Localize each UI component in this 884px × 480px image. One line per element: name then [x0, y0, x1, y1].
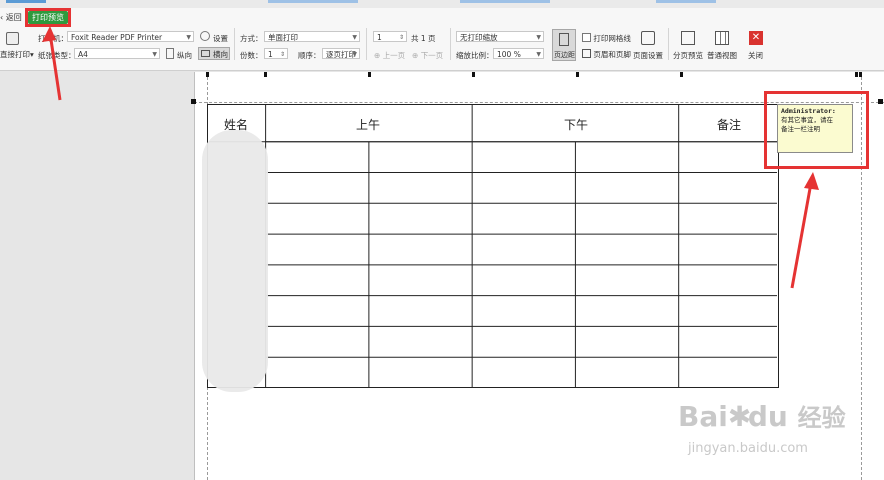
- watermark-brand2: du: [747, 400, 788, 433]
- chevron-down-icon: ▼: [186, 34, 191, 41]
- chevron-down-icon: ▼: [352, 34, 357, 41]
- redacted-names: [202, 130, 268, 392]
- next-page-label: 下一页: [420, 51, 444, 60]
- page-break-preview-button[interactable]: 分页预览: [673, 50, 703, 61]
- margins-button[interactable]: 页边距: [552, 29, 576, 61]
- margin-handle[interactable]: [859, 72, 862, 77]
- close-button[interactable]: 关闭: [748, 50, 763, 61]
- scale-value: 100 %: [497, 50, 521, 59]
- stepper-arrows-icon: ⇕: [398, 34, 404, 41]
- close-icon[interactable]: ✕: [749, 31, 763, 45]
- scale-input[interactable]: 100 % ▼: [493, 48, 544, 59]
- scale-label: 缩放比例：: [456, 51, 494, 60]
- landscape-button[interactable]: 横向: [198, 47, 230, 60]
- printer-label: 打印机：: [38, 34, 68, 43]
- prev-page-button[interactable]: ⊕ 上一页: [374, 50, 405, 61]
- printer-select[interactable]: Foxit Reader PDF Printer ▼: [67, 31, 194, 42]
- margin-handle[interactable]: [206, 72, 209, 77]
- header-afternoon: 下午: [563, 118, 588, 132]
- back-label: 返回: [5, 13, 22, 22]
- back-button[interactable]: ‹ 返回: [0, 12, 22, 23]
- margin-handle[interactable]: [264, 72, 267, 77]
- attendance-table: [207, 104, 779, 388]
- watermark-brand: Bai: [678, 400, 728, 433]
- portrait-icon[interactable]: [166, 48, 174, 59]
- scale-mode-value: 无打印缩放: [460, 33, 498, 42]
- page-setup-icon[interactable]: [641, 31, 655, 45]
- margin-handle[interactable]: [878, 99, 883, 104]
- margin-handle[interactable]: [855, 72, 858, 77]
- margin-handle[interactable]: [191, 99, 196, 104]
- divider: [366, 28, 367, 60]
- margin-handle[interactable]: [680, 72, 683, 77]
- margin-handle[interactable]: [576, 72, 579, 77]
- copies-stepper[interactable]: 1 ⇕: [264, 48, 288, 59]
- chevron-down-icon: ▼: [536, 51, 541, 58]
- paper-type-select[interactable]: A4 ▼: [74, 48, 160, 59]
- margins-icon: [559, 33, 569, 46]
- page-number-input[interactable]: 1 ⇕: [373, 31, 407, 42]
- chevron-down-icon: ▼: [536, 34, 541, 41]
- tab-indicator: [6, 0, 46, 3]
- paper-type-label: 纸张类型：: [38, 51, 76, 60]
- mode-value: 单面打印: [268, 33, 298, 42]
- prev-page-label: 上一页: [382, 51, 406, 60]
- header-morning: 上午: [355, 118, 380, 132]
- tab-indicator: [656, 0, 716, 3]
- print-gridlines-label: 打印网格线: [593, 34, 631, 43]
- mode-select[interactable]: 单面打印 ▼: [264, 31, 360, 42]
- watermark-suffix: 经验: [797, 404, 846, 432]
- printer-icon[interactable]: [6, 32, 19, 45]
- scale-mode-select[interactable]: 无打印缩放 ▼: [456, 31, 544, 42]
- tab-indicator: [268, 0, 358, 3]
- next-page-button[interactable]: ⊕ 下一页: [412, 50, 443, 61]
- portrait-button[interactable]: 纵向: [177, 50, 192, 61]
- highlight-box: [764, 91, 869, 169]
- toolbar: ‹ 返回 打印预览 直接打印▾ 打印机： Foxit Reader PDF Pr…: [0, 0, 884, 71]
- chevron-down-icon: ▼: [152, 51, 157, 58]
- chevron-left-icon: ‹: [0, 13, 4, 22]
- checkbox-icon: [582, 33, 591, 42]
- highlight-box: [25, 8, 71, 27]
- margin-handle[interactable]: [368, 72, 371, 77]
- paper-type-value: A4: [78, 50, 88, 59]
- divider: [234, 28, 235, 60]
- margin-handle[interactable]: [472, 72, 475, 77]
- normal-view-icon[interactable]: [715, 31, 729, 45]
- landscape-icon: [201, 50, 210, 57]
- watermark-logo: Bai✱du 经验: [678, 398, 846, 433]
- paw-icon: ✱: [727, 400, 752, 433]
- stepper-arrows-icon: ⇕: [279, 51, 285, 58]
- page-break-icon[interactable]: [681, 31, 695, 45]
- direct-print-label: 直接打印: [0, 50, 30, 59]
- order-select[interactable]: 逐页打印 ▼: [322, 48, 360, 59]
- landscape-label: 横向: [213, 50, 228, 59]
- order-label: 顺序：: [298, 51, 321, 60]
- printer-value: Foxit Reader PDF Printer: [71, 33, 163, 42]
- arrow-down-icon: ⊕: [412, 51, 419, 60]
- copies-label: 份数：: [240, 51, 263, 60]
- settings-button[interactable]: 设置: [213, 33, 228, 44]
- header-footer-label: 页眉和页脚: [593, 50, 631, 59]
- page-value: 1: [377, 33, 382, 42]
- margins-label: 页边距: [554, 51, 575, 59]
- header-footer-icon: [582, 49, 591, 58]
- page-setup-button[interactable]: 页面设置: [633, 50, 663, 61]
- print-gridlines-checkbox[interactable]: 打印网格线: [582, 33, 631, 44]
- divider: [668, 28, 669, 60]
- mode-label: 方式：: [240, 34, 263, 43]
- divider: [450, 28, 451, 60]
- direct-print-button[interactable]: 直接打印▾: [0, 49, 34, 60]
- total-pages: 共 1 页: [411, 34, 436, 43]
- arrow-up-icon: ⊕: [374, 51, 381, 60]
- tab-indicator: [460, 0, 550, 3]
- normal-view-button[interactable]: 普通视图: [707, 50, 737, 61]
- header-footer-button[interactable]: 页眉和页脚: [582, 49, 631, 60]
- chevron-down-icon: ▼: [352, 51, 357, 58]
- chevron-down-icon: ▾: [30, 50, 34, 59]
- copies-value: 1: [268, 50, 273, 59]
- tab-strip: [0, 0, 884, 8]
- gear-icon[interactable]: [200, 31, 210, 41]
- watermark-url: jingyan.baidu.com: [688, 441, 808, 456]
